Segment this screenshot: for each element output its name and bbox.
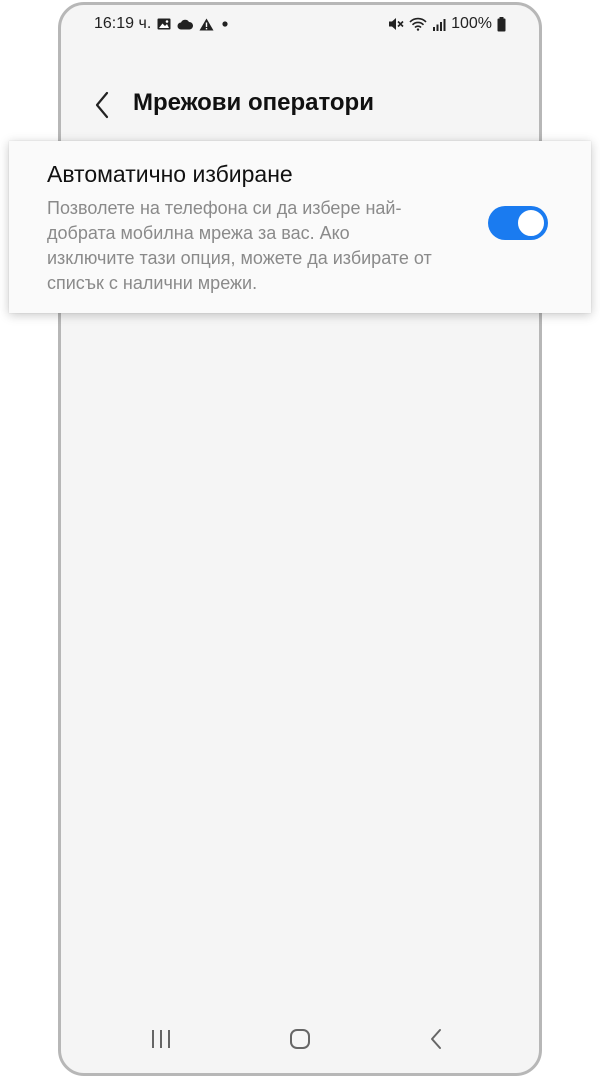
battery-icon — [497, 16, 506, 32]
toggle-knob — [516, 208, 546, 238]
setting-description: Позволете на телефона си да избере най-д… — [47, 198, 432, 293]
navigation-bar — [61, 1009, 539, 1073]
signal-icon — [432, 18, 446, 31]
page-title: Мрежови оператори — [133, 89, 374, 116]
wifi-icon — [409, 17, 427, 31]
automatic-selection-setting[interactable]: Автоматично избиране Позволете на телефо… — [9, 141, 591, 313]
dot-icon — [220, 19, 230, 29]
home-button[interactable] — [280, 1021, 320, 1057]
status-bar-left: 16:19 ч. — [94, 15, 230, 33]
image-icon — [157, 18, 171, 30]
home-icon — [290, 1029, 310, 1049]
recents-icon — [152, 1030, 170, 1048]
app-bar: Мрежови оператори — [61, 75, 539, 135]
battery-percent: 100% — [451, 15, 492, 32]
recents-button[interactable] — [141, 1021, 181, 1057]
mute-icon — [388, 17, 404, 31]
cloud-icon — [177, 19, 194, 30]
warning-icon — [199, 18, 214, 31]
status-bar: 16:19 ч. 100% — [61, 5, 539, 43]
setting-title: Автоматично избиране — [47, 161, 293, 187]
nav-back-button[interactable] — [416, 1021, 456, 1057]
chevron-left-icon — [95, 91, 109, 119]
automatic-selection-toggle[interactable] — [488, 206, 548, 240]
back-button[interactable] — [87, 87, 117, 123]
back-icon — [431, 1029, 441, 1049]
status-bar-right: 100% — [388, 15, 506, 33]
status-time: 16:19 ч. — [94, 15, 152, 32]
